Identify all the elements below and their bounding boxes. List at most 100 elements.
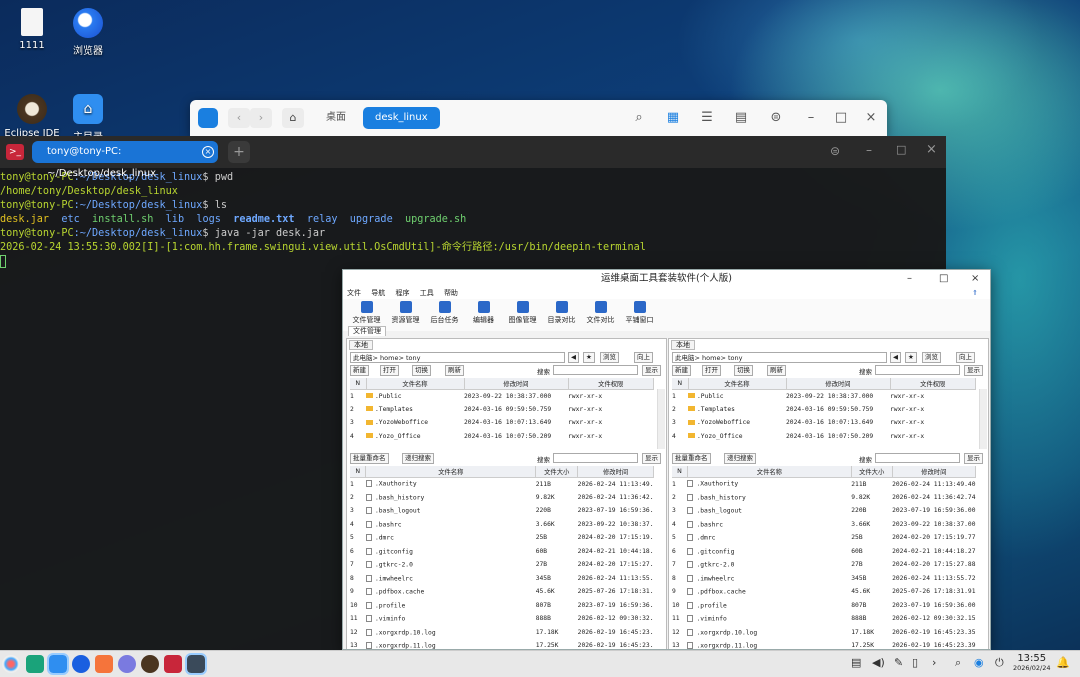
dir-scrollbar[interactable] bbox=[657, 389, 665, 449]
file-row[interactable]: 13 .xorgxrdp.11.log 17.25K 2026-02-19 16:45… bbox=[672, 639, 976, 649]
app-maximize-icon[interactable]: □ bbox=[939, 270, 948, 287]
new-button[interactable]: 新建 bbox=[350, 365, 369, 376]
dir-search-input[interactable] bbox=[553, 365, 638, 375]
minimize-icon[interactable]: – bbox=[802, 109, 820, 127]
file-row[interactable]: 8 .imwheelrc 345B 2026-02-24 11:13:55.72 bbox=[672, 572, 976, 586]
breadcrumb-desktop[interactable]: 桌面 bbox=[314, 107, 358, 129]
show-button[interactable]: 显示 bbox=[964, 453, 983, 464]
favorite-button[interactable]: ★ bbox=[905, 352, 917, 363]
mouse-icon[interactable]: ▯ bbox=[912, 656, 918, 669]
col-size[interactable]: 文件大小 bbox=[535, 466, 579, 478]
network-icon[interactable]: ◉ bbox=[974, 656, 984, 669]
toolbar-resource-manager[interactable]: 资源管理 bbox=[386, 299, 425, 331]
up-button[interactable]: 向上 bbox=[634, 352, 653, 363]
col-mtime[interactable]: 修改时间 bbox=[464, 378, 569, 390]
breadcrumb-desk-linux[interactable]: desk_linux bbox=[363, 107, 440, 129]
pen-icon[interactable]: ✎ bbox=[894, 656, 903, 669]
terminal-task-icon[interactable] bbox=[164, 655, 182, 673]
file-row[interactable]: 2 .bash_history 9.82K 2026-02-24 11:36:42.7… bbox=[672, 491, 976, 505]
path-input[interactable]: 此电脑> home> tony bbox=[672, 352, 887, 363]
recursive-search-button[interactable]: 递归搜索 bbox=[402, 453, 434, 464]
desktop-icon-eclipse[interactable]: Eclipse IDE bbox=[2, 94, 62, 139]
toolbar-image-manager[interactable]: 图像管理 bbox=[503, 299, 542, 331]
file-row[interactable]: 8 .imwheelrc 345B 2026-02-24 11:13:55. bbox=[350, 572, 654, 586]
browser-task-icon[interactable] bbox=[72, 655, 90, 673]
file-row[interactable]: 2 .bash_history 9.82K 2026-02-24 11:36:42. bbox=[350, 491, 654, 505]
app-store-icon[interactable] bbox=[95, 655, 113, 673]
search-icon[interactable]: ⌕ bbox=[630, 109, 648, 127]
power-icon[interactable]: ⏻ bbox=[995, 656, 1004, 670]
desk-tool-task-icon[interactable] bbox=[185, 653, 207, 675]
terminal-menu-icon[interactable]: ⊜ bbox=[830, 144, 840, 158]
show-button[interactable]: 显示 bbox=[642, 365, 661, 376]
list-view-icon[interactable]: ☰ bbox=[698, 109, 716, 127]
show-button[interactable]: 显示 bbox=[642, 453, 661, 464]
panel-tab-local[interactable]: 本地 bbox=[671, 340, 695, 350]
col-size[interactable]: 文件大小 bbox=[851, 466, 893, 478]
dir-row[interactable]: 3 .YozoWeboffice 2024-03-16 10:07:13.649 rw… bbox=[672, 416, 976, 430]
close-icon[interactable]: × bbox=[862, 109, 880, 127]
switch-button[interactable]: 切换 bbox=[734, 365, 753, 376]
tab-file-manager[interactable]: 文件管理 bbox=[348, 326, 386, 336]
dir-scrollbar[interactable] bbox=[979, 389, 987, 449]
file-row[interactable]: 10 .profile 807B 2023-07-19 16:59:36.00 bbox=[672, 599, 976, 613]
show-button[interactable]: 显示 bbox=[964, 365, 983, 376]
desktop-icon-browser[interactable]: 浏览器 bbox=[58, 8, 118, 57]
file-row[interactable]: 11 .viminfo 888B 2026-02-12 09:30:32. bbox=[350, 612, 654, 626]
open-button[interactable]: 打开 bbox=[380, 365, 399, 376]
detail-view-icon[interactable]: ▤ bbox=[732, 109, 750, 127]
open-button[interactable]: 打开 bbox=[702, 365, 721, 376]
forward-button[interactable]: › bbox=[250, 108, 272, 128]
col-n[interactable]: N bbox=[350, 466, 367, 478]
file-row[interactable]: 3 .bash_logout 220B 2023-07-19 16:59:36. bbox=[350, 504, 654, 518]
col-n[interactable]: N bbox=[672, 466, 688, 478]
switch-button[interactable]: 切换 bbox=[412, 365, 431, 376]
col-n[interactable]: N bbox=[350, 378, 367, 390]
expand-tray-icon[interactable]: › bbox=[932, 656, 936, 669]
collapse-icon[interactable]: ⇑ bbox=[972, 287, 978, 299]
path-input[interactable]: 此电脑> home> tony bbox=[350, 352, 565, 363]
tab-close-icon[interactable]: × bbox=[202, 146, 214, 158]
menu-tools[interactable]: 工具 bbox=[420, 289, 434, 297]
file-row[interactable]: 1 .Xauthority 211B 2026-02-24 11:13:49.40 bbox=[672, 477, 976, 491]
col-name[interactable]: 文件名称 bbox=[365, 466, 537, 478]
file-row[interactable]: 12 .xorgxrdp.10.log 17.18K 2026-02-19 16:45… bbox=[350, 626, 654, 640]
file-manager-task-icon[interactable] bbox=[47, 653, 69, 675]
toolbar-tile-windows[interactable]: 平铺窗口 bbox=[620, 299, 659, 331]
menu-nav[interactable]: 导航 bbox=[371, 289, 385, 297]
col-name[interactable]: 文件名称 bbox=[366, 378, 465, 390]
dir-search-input[interactable] bbox=[875, 365, 960, 375]
refresh-button[interactable]: 刷新 bbox=[445, 365, 464, 376]
browse-button[interactable]: 浏览 bbox=[922, 352, 941, 363]
dir-row[interactable]: 2 .Templates 2024-03-16 09:59:50.759 rwxr-x… bbox=[672, 403, 976, 417]
terminal-close-icon[interactable]: × bbox=[926, 142, 937, 157]
dir-row[interactable]: 4 .Yozo_Office 2024-03-16 10:07:50.209 rwxr… bbox=[672, 430, 976, 444]
dir-row[interactable]: 4 .Yozo_Office 2024-03-16 10:07:50.209 rwxr… bbox=[350, 430, 654, 444]
file-row[interactable]: 9 .pdfbox.cache 45.6K 2025-07-26 17:18:31.9… bbox=[672, 585, 976, 599]
recursive-search-button[interactable]: 递归搜索 bbox=[724, 453, 756, 464]
icon-view-icon[interactable]: ▦ bbox=[664, 109, 682, 127]
terminal-tab[interactable]: tony@tony-PC: ~/Desktop/desk_linux × bbox=[32, 141, 218, 179]
menu-icon[interactable]: ⊜ bbox=[767, 109, 785, 127]
panel-tab-local[interactable]: 本地 bbox=[349, 340, 373, 350]
eclipse-task-icon[interactable] bbox=[141, 655, 159, 673]
file-row[interactable]: 6 .gitconfig 60B 2024-02-21 10:44:18.27 bbox=[672, 545, 976, 559]
refresh-button[interactable]: 刷新 bbox=[767, 365, 786, 376]
maximize-icon[interactable]: □ bbox=[832, 109, 850, 127]
terminal-minimize-icon[interactable]: – bbox=[866, 143, 872, 157]
menu-help[interactable]: 帮助 bbox=[444, 289, 458, 297]
clock[interactable]: 13:55 2026/02/24 bbox=[1013, 653, 1050, 672]
col-mtime[interactable]: 修改时间 bbox=[786, 378, 891, 390]
file-row[interactable]: 1 .Xauthority 211B 2026-02-24 11:13:49. bbox=[350, 477, 654, 491]
file-row[interactable]: 7 .gtkrc-2.0 27B 2024-02-20 17:15:27. bbox=[350, 558, 654, 572]
file-row[interactable]: 12 .xorgxrdp.10.log 17.18K 2026-02-19 16:45… bbox=[672, 626, 976, 640]
desktop-icon-1111[interactable]: 1111 bbox=[2, 8, 62, 51]
file-row[interactable]: 4 .bashrc 3.66K 2023-09-22 10:38:37. bbox=[350, 518, 654, 532]
volume-icon[interactable]: ◀) bbox=[872, 656, 885, 669]
file-search-input[interactable] bbox=[875, 453, 960, 463]
launcher-icon[interactable] bbox=[2, 655, 20, 673]
file-row[interactable]: 5 .dmrc 25B 2024-02-20 17:15:19.77 bbox=[672, 531, 976, 545]
terminal-maximize-icon[interactable]: □ bbox=[896, 143, 906, 156]
col-perm[interactable]: 文件权限 bbox=[890, 378, 976, 390]
home-button[interactable]: ⌂ bbox=[282, 108, 304, 128]
